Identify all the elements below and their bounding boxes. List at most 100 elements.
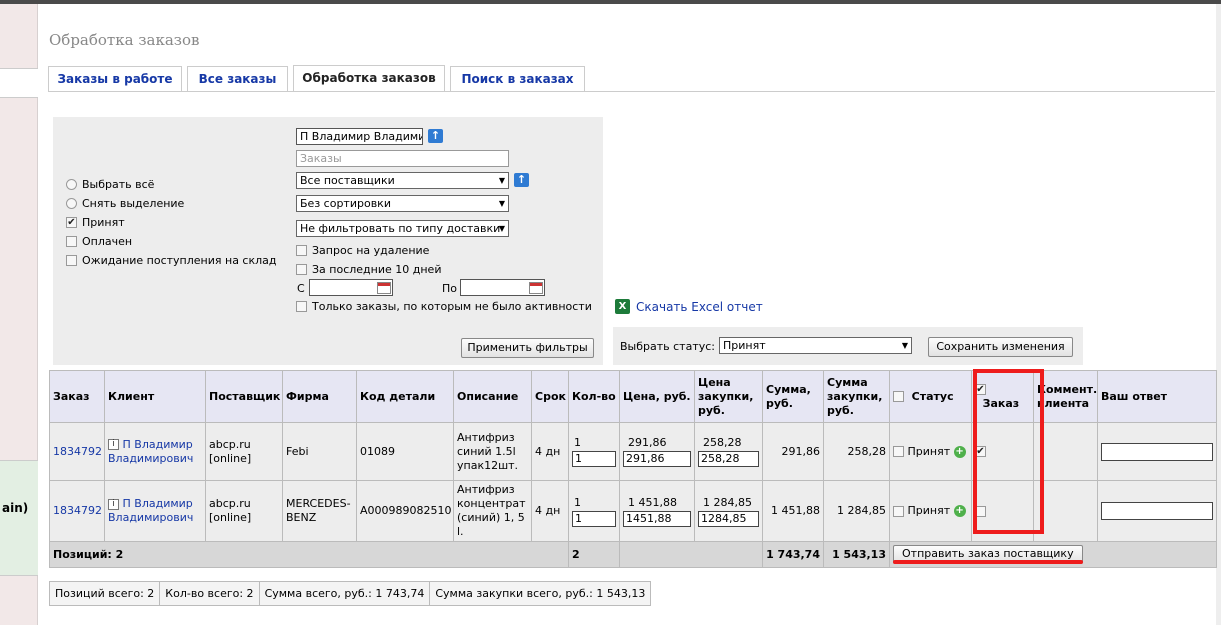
- buy-price-input[interactable]: 258,28: [698, 451, 759, 467]
- status-accepted-checkbox[interactable]: ✔: [66, 217, 77, 228]
- buy-sum-cell: 1 284,85: [823, 480, 890, 542]
- price-input[interactable]: 291,86: [623, 451, 691, 467]
- status-paid-checkbox[interactable]: [66, 236, 77, 247]
- status-change-icon[interactable]: +: [953, 505, 966, 517]
- supplier-cell: abcp.ru [online]: [205, 480, 283, 542]
- status-checkbox[interactable]: [893, 446, 904, 457]
- tab-orders-in-work[interactable]: Заказы в работе: [48, 66, 182, 91]
- order-link[interactable]: 1834792: [53, 504, 102, 517]
- price-value: 1 451,88: [628, 495, 677, 509]
- status-paid-label: Оплачен: [82, 235, 133, 248]
- orders-search-input[interactable]: Заказы: [296, 150, 509, 167]
- status-waiting-checkbox[interactable]: [66, 255, 77, 266]
- client-up-arrow-icon[interactable]: ↑: [428, 129, 443, 143]
- qty-input[interactable]: 1: [572, 451, 616, 467]
- excel-icon[interactable]: X: [615, 299, 630, 314]
- supplier-up-arrow-icon[interactable]: ↑: [514, 173, 529, 187]
- client-field[interactable]: П Владимир Владимирол: [296, 128, 423, 145]
- col-sum: Сумма, руб.: [762, 370, 824, 423]
- status-checkbox[interactable]: [893, 505, 904, 517]
- chevron-down-icon: ▼: [901, 341, 908, 350]
- save-changes-button[interactable]: Сохранить изменения: [928, 337, 1073, 357]
- deselect-radio[interactable]: [66, 198, 77, 209]
- description-cell: Антифриз синий 1.5l упак12шт.: [453, 422, 532, 481]
- buy-price-value: 1 284,85: [703, 495, 752, 509]
- sidebar-nav-text: ain): [2, 501, 29, 515]
- total-positions: Позиций: 2: [49, 541, 569, 568]
- status-accepted-label: Принят: [82, 216, 125, 229]
- col-code: Код детали: [356, 370, 454, 423]
- left-sidebar: ain): [0, 4, 38, 625]
- col-reply: Ваш ответ: [1097, 370, 1217, 423]
- highlight-underline: [893, 560, 1083, 564]
- status-all-checkbox[interactable]: [893, 391, 904, 402]
- tab-order-search[interactable]: Поиск в заказах: [450, 66, 585, 91]
- col-supplier: Поставщик: [205, 370, 283, 423]
- price-input[interactable]: 1451,88: [623, 510, 691, 527]
- inactive-only-label: Только заказы, по которым не было активн…: [312, 300, 592, 313]
- description-cell: Антифриз концентрат (синий) 1, 5 l.: [453, 480, 532, 542]
- download-excel-link[interactable]: Скачать Excel отчет: [636, 300, 763, 314]
- buy-sum-cell: 258,28: [823, 422, 890, 481]
- info-icon[interactable]: i: [108, 498, 119, 510]
- tab-all-orders[interactable]: Все заказы: [187, 66, 288, 91]
- col-description: Описание: [453, 370, 532, 423]
- order-link[interactable]: 1834792: [53, 445, 102, 458]
- status-change-icon[interactable]: +: [953, 445, 966, 458]
- qty-input[interactable]: 1: [572, 510, 616, 527]
- col-buy-sum: Сумма закупки, руб.: [823, 370, 890, 423]
- tab-order-processing[interactable]: Обработка заказов: [293, 65, 445, 92]
- sort-select[interactable]: Без сортировки ▼: [296, 195, 509, 212]
- sort-select-value: Без сортировки: [300, 197, 391, 210]
- delete-request-checkbox[interactable]: [296, 245, 307, 256]
- info-icon[interactable]: i: [108, 439, 119, 450]
- last-10-days-checkbox[interactable]: [296, 264, 307, 275]
- summary-bar: Позиций всего: 2 Кол-во всего: 2 Сумма в…: [49, 581, 652, 606]
- col-term: Срок: [531, 370, 569, 423]
- buy-price-input[interactable]: 1284,85: [698, 510, 759, 527]
- col-firm: Фирма: [282, 370, 357, 423]
- price-value: 291,86: [628, 436, 667, 449]
- calendar-icon[interactable]: [529, 282, 543, 294]
- total-qty: 2: [568, 541, 620, 568]
- total-empty: [619, 541, 763, 568]
- calendar-icon[interactable]: [377, 282, 391, 294]
- reply-input[interactable]: [1101, 502, 1213, 520]
- inactive-only-checkbox[interactable]: [296, 301, 307, 312]
- firm-cell: MERCEDES-BENZ: [282, 480, 357, 542]
- chevron-down-icon: ▼: [498, 199, 505, 208]
- firm-cell: Febi: [282, 422, 357, 481]
- status-select-value: Принят: [723, 339, 766, 352]
- select-all-label: Выбрать всё: [82, 178, 155, 191]
- term-cell: 4 дн: [531, 422, 569, 481]
- status-select-label: Выбрать статус:: [620, 340, 715, 353]
- chevron-down-icon: ▼: [498, 176, 505, 185]
- sidebar-input-area[interactable]: [0, 68, 38, 98]
- supplier-select[interactable]: Все поставщики ▼: [296, 172, 509, 189]
- col-price: Цена, руб.: [619, 370, 695, 423]
- status-select[interactable]: Принят ▼: [719, 337, 912, 354]
- date-from-input[interactable]: [309, 279, 393, 296]
- delete-request-label: Запрос на удаление: [312, 244, 430, 257]
- date-from-label: С: [297, 282, 305, 295]
- col-status-label: Статус: [911, 389, 954, 403]
- qty-value: 1: [574, 436, 581, 449]
- highlight-box: [973, 369, 1044, 534]
- client-link[interactable]: П Владимир Владимирович: [108, 438, 193, 465]
- status-waiting-label: Ожидание поступления на склад: [82, 254, 277, 267]
- apply-filters-button[interactable]: Применить фильтры: [461, 338, 594, 358]
- col-buy-price: Цена закупки, руб.: [694, 370, 763, 423]
- delivery-select[interactable]: Не фильтровать по типу доставки ▼: [296, 220, 509, 237]
- reply-input[interactable]: [1101, 442, 1213, 461]
- tabs-divider: [48, 91, 1215, 92]
- total-sum: 1 743,74: [762, 541, 824, 568]
- top-bar: [0, 0, 1221, 4]
- date-to-input[interactable]: [460, 279, 545, 296]
- sidebar-active-item[interactable]: [0, 460, 38, 576]
- supplier-select-value: Все поставщики: [300, 174, 395, 187]
- deselect-label: Снять выделение: [82, 197, 185, 210]
- sum-cell: 1 451,88: [762, 480, 824, 542]
- select-all-radio[interactable]: [66, 179, 77, 190]
- client-link[interactable]: П Владимир Владимирович: [108, 497, 193, 524]
- last-10-days-label: За последние 10 дней: [312, 263, 442, 276]
